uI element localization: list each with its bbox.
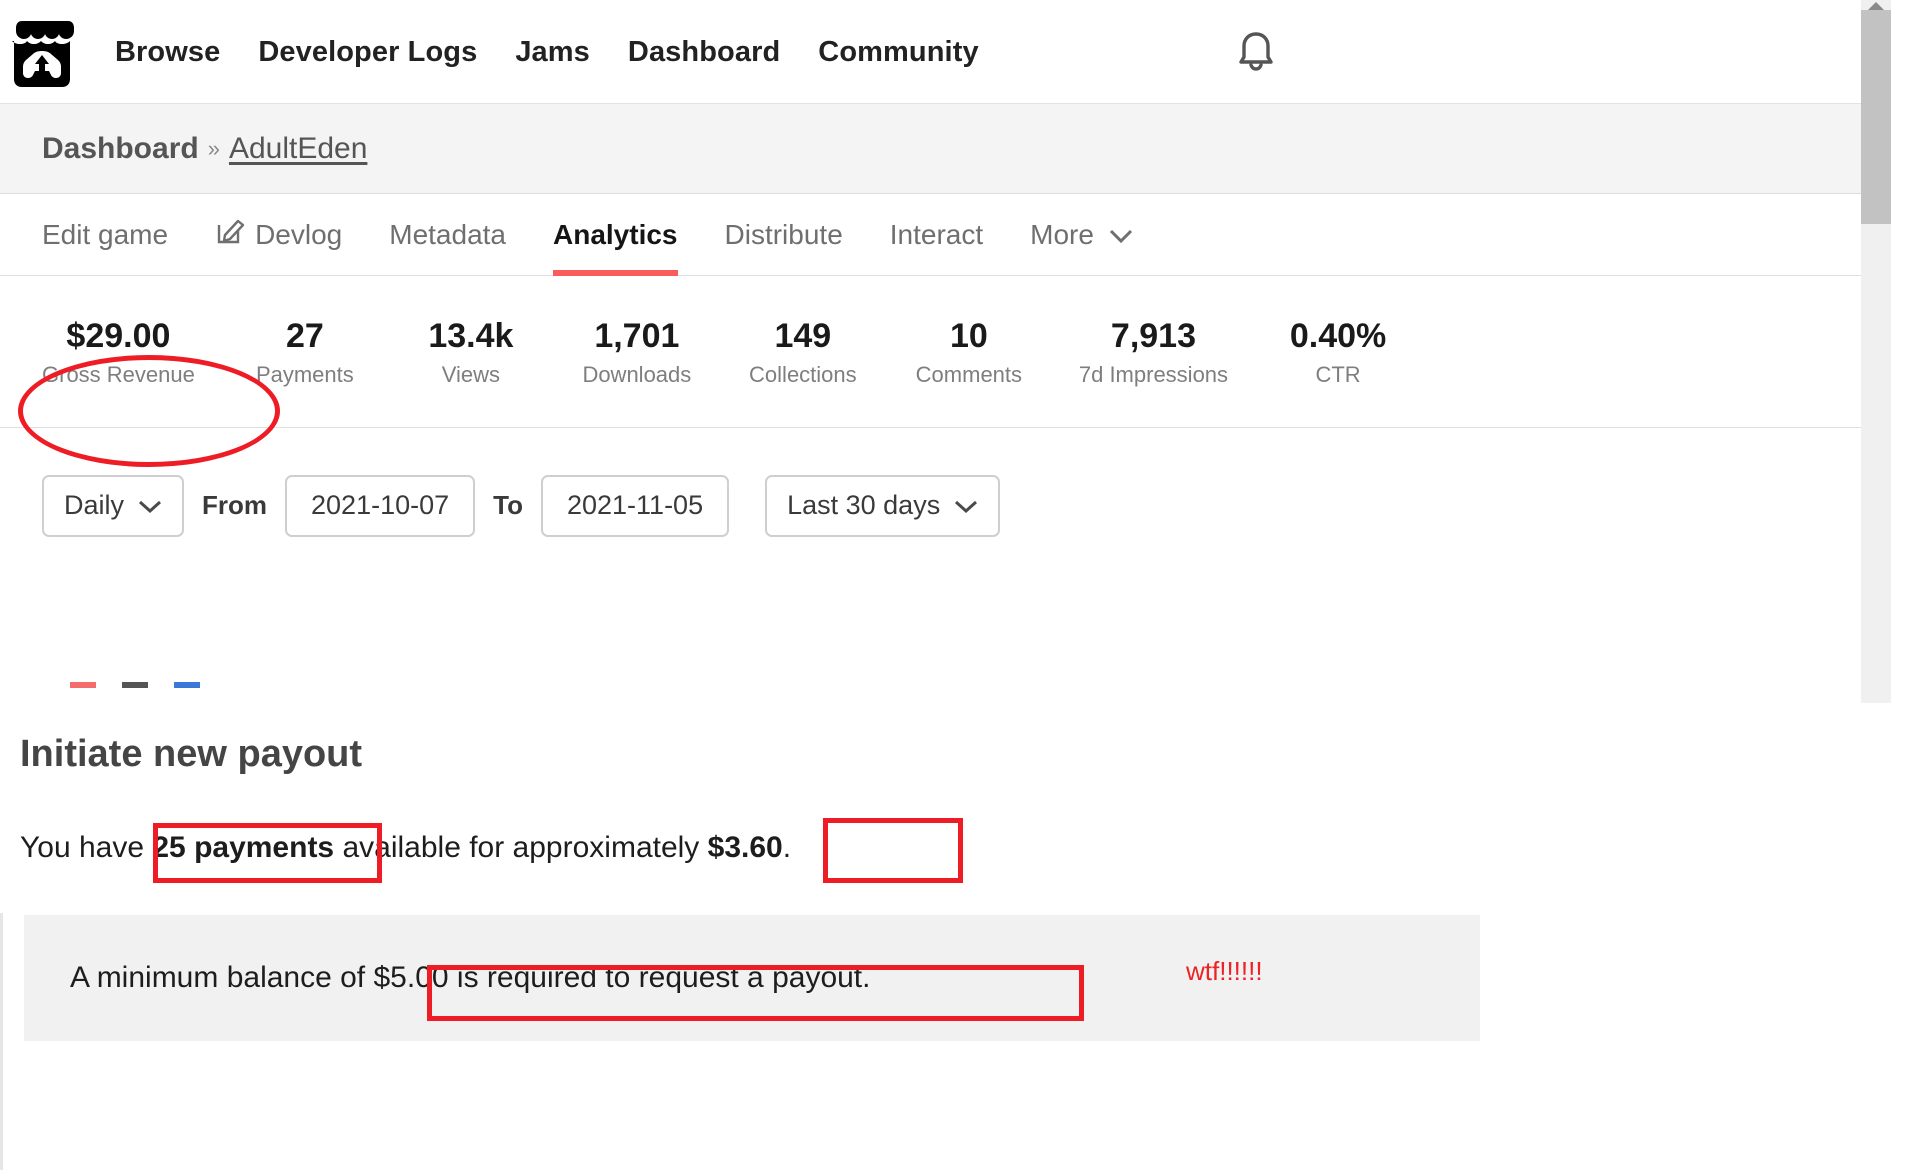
nav-item-developer-logs[interactable]: Developer Logs xyxy=(239,36,496,69)
breadcrumb: Dashboard » AdultEden xyxy=(0,104,1895,194)
tab-interact[interactable]: Interact xyxy=(890,194,983,275)
tab-label: Interact xyxy=(889,218,984,250)
analytics-filter-row: Daily From 2021-10-07 To 2021-11-05 Last… xyxy=(0,428,1895,583)
nav-links: Browse Developer Logs Jams Dashboard Com… xyxy=(96,36,998,69)
date-range-preset-select[interactable]: Last 30 days xyxy=(765,474,1001,537)
from-label: From xyxy=(202,490,268,520)
chevron-down-icon xyxy=(138,490,162,521)
date-range-preset-value: Last 30 days xyxy=(787,490,941,520)
pane-right-edge xyxy=(1891,0,1895,703)
project-tabs: Edit game Devlog Metadata Analytics Dist… xyxy=(0,194,1895,276)
chevron-down-icon xyxy=(954,490,978,521)
chevron-down-icon xyxy=(1108,219,1134,251)
stat-label: Downloads xyxy=(582,361,692,387)
stat-value: 0.40% xyxy=(1289,317,1387,356)
stat-value: 7,913 xyxy=(1110,317,1196,356)
stat-value: 1,701 xyxy=(594,317,680,356)
stat-label: CTR xyxy=(1315,361,1361,387)
tab-label: Metadata xyxy=(389,218,506,250)
stat-label: Collections xyxy=(749,361,857,387)
site-navbar: Browse Developer Logs Jams Dashboard Com… xyxy=(0,0,1895,105)
page-title-initiate-new-payout: Initiate new payout xyxy=(20,733,363,775)
tab-label: Edit game xyxy=(42,218,169,250)
analytics-stats-row: $29.00 Gross Revenue 27 Payments 13.4k V… xyxy=(0,276,1895,428)
payout-amount: $3.60 xyxy=(707,831,783,864)
stat-label: Comments xyxy=(915,361,1023,387)
stat-label: Views xyxy=(441,361,500,387)
sentence-prefix: You have xyxy=(20,831,153,864)
tab-distribute[interactable]: Distribute xyxy=(725,194,843,275)
notice-suffix: is required to request a payout. xyxy=(448,961,871,994)
page-scrollbar-thumb[interactable] xyxy=(1861,10,1891,224)
tab-more[interactable]: More xyxy=(1030,194,1134,275)
granularity-value: Daily xyxy=(64,490,125,520)
breadcrumb-project-link[interactable]: AdultEden xyxy=(229,132,367,166)
pencil-edit-icon xyxy=(215,215,245,254)
itchio-logo-icon[interactable] xyxy=(6,13,78,91)
payout-availability-sentence: You have 25 payments available for appro… xyxy=(20,831,791,865)
nav-item-dashboard[interactable]: Dashboard xyxy=(609,36,799,69)
nav-item-browse[interactable]: Browse xyxy=(96,36,239,69)
nav-item-community[interactable]: Community xyxy=(799,36,997,69)
tab-devlog[interactable]: Devlog xyxy=(215,194,342,275)
notice-prefix: A minimum balance of xyxy=(70,961,374,994)
notice-text: A minimum balance of $5.00 is required t… xyxy=(70,961,870,995)
notice-minimum: $5.00 xyxy=(373,961,449,994)
stat-7d-impressions: 7,913 7d Impressions xyxy=(1079,315,1228,388)
to-label: To xyxy=(493,490,523,520)
chart-legend-clipped xyxy=(70,682,200,688)
tab-label: Distribute xyxy=(724,218,843,250)
payments-count: 25 payments xyxy=(152,831,335,864)
stat-ctr: 0.40% CTR xyxy=(1282,315,1394,388)
breadcrumb-separator: » xyxy=(207,135,220,161)
panel-left-edge xyxy=(0,913,3,1170)
stat-label: 7d Impressions xyxy=(1078,361,1229,387)
stat-value: 13.4k xyxy=(428,317,514,356)
stat-gross-revenue: $29.00 Gross Revenue xyxy=(42,315,195,388)
stat-payments: 27 Payments xyxy=(249,315,361,388)
sentence-suffix: . xyxy=(782,831,792,864)
stat-collections: 149 Collections xyxy=(747,315,859,388)
stat-comments: 10 Comments xyxy=(913,315,1025,388)
stat-value: 10 xyxy=(949,317,988,356)
tab-metadata[interactable]: Metadata xyxy=(389,194,506,275)
bell-icon[interactable] xyxy=(1226,22,1286,82)
stat-value: 27 xyxy=(285,317,324,356)
stat-value: $29.00 xyxy=(66,317,171,356)
tab-label: Devlog xyxy=(255,218,343,250)
itchio-analytics-screenshot: Browse Developer Logs Jams Dashboard Com… xyxy=(0,0,1920,1170)
tab-label: Analytics xyxy=(553,218,678,250)
sentence-middle: available for approximately xyxy=(334,831,708,864)
stat-label: Gross Revenue xyxy=(42,361,195,387)
tab-edit-game[interactable]: Edit game xyxy=(42,194,168,275)
date-to-value: 2021-11-05 xyxy=(566,490,704,520)
browser-page-top: Browse Developer Logs Jams Dashboard Com… xyxy=(0,0,1895,703)
stat-views: 13.4k Views xyxy=(415,315,527,388)
stat-label: Payments xyxy=(255,361,354,387)
handwritten-annotation-note: wtf!!!!!! xyxy=(1186,956,1263,986)
breadcrumb-dashboard[interactable]: Dashboard xyxy=(42,132,199,166)
tab-label: More xyxy=(1030,218,1094,250)
date-from-value: 2021-10-07 xyxy=(311,490,450,520)
stat-downloads: 1,701 Downloads xyxy=(581,315,693,388)
stat-value: 149 xyxy=(774,317,832,356)
date-to-input[interactable]: 2021-11-05 xyxy=(540,474,730,537)
date-from-input[interactable]: 2021-10-07 xyxy=(285,474,476,537)
tab-analytics[interactable]: Analytics xyxy=(553,194,678,276)
nav-item-jams[interactable]: Jams xyxy=(496,36,609,69)
granularity-select[interactable]: Daily xyxy=(42,474,185,537)
browser-page-bottom: Initiate new payout You have 25 payments… xyxy=(0,703,1920,1170)
